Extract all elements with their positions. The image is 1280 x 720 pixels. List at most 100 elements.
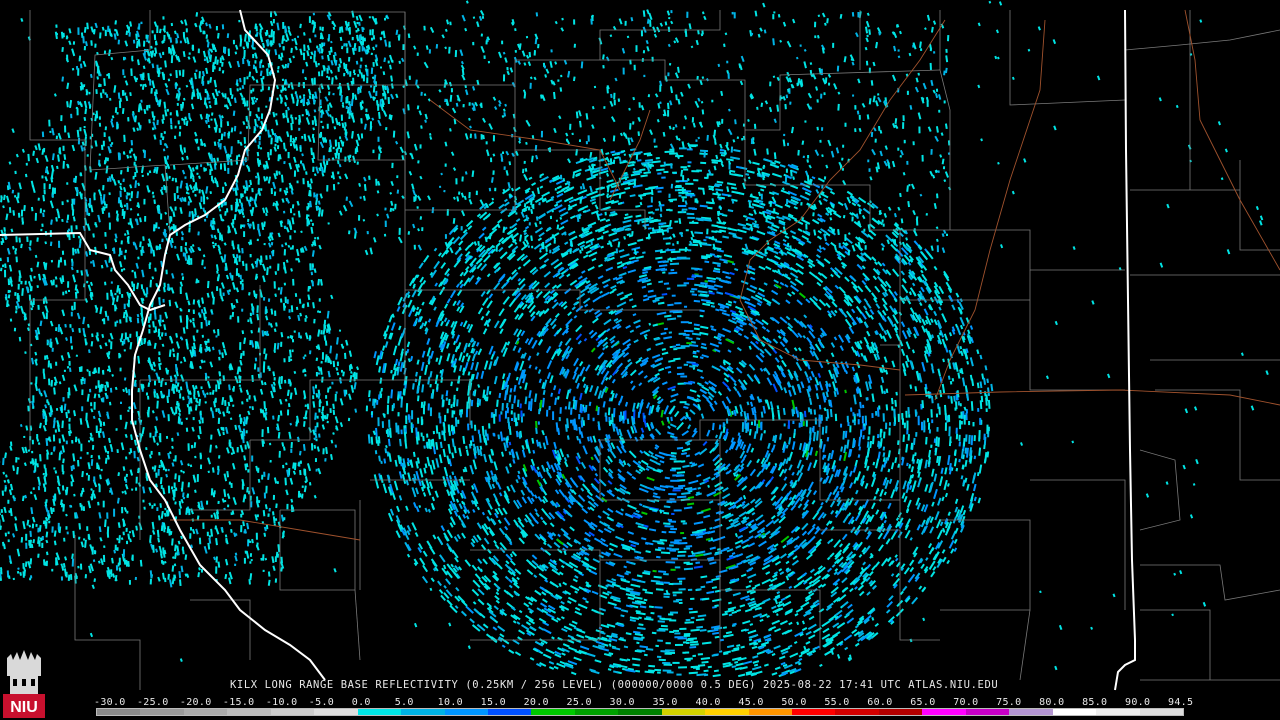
echo-pixel bbox=[765, 328, 771, 333]
echo-pixel bbox=[398, 325, 402, 331]
echo-pixel bbox=[565, 318, 573, 327]
echo-pixel bbox=[983, 377, 987, 385]
echo-pixel bbox=[793, 206, 799, 210]
echo-pixel bbox=[733, 386, 738, 392]
echo-pixel bbox=[438, 589, 444, 594]
echo-pixel bbox=[542, 478, 548, 485]
echo-pixel bbox=[709, 546, 716, 550]
echo-pixel bbox=[677, 284, 687, 287]
echo-pixel bbox=[811, 176, 816, 180]
echo-pixel bbox=[527, 337, 534, 346]
echo-pixel bbox=[766, 377, 773, 386]
echo-pixel bbox=[433, 260, 441, 270]
echo-pixel bbox=[759, 352, 765, 358]
echo-pixel bbox=[669, 345, 673, 349]
echo-pixel bbox=[618, 272, 627, 277]
echo-pixel bbox=[434, 490, 439, 498]
echo-pixel bbox=[902, 434, 905, 442]
echo-pixel bbox=[667, 425, 671, 430]
echo-pixel bbox=[610, 392, 615, 402]
echo-pixel bbox=[773, 279, 779, 284]
echo-pixel bbox=[890, 489, 896, 499]
echo-pixel bbox=[759, 348, 765, 354]
echo-pixel bbox=[582, 254, 589, 259]
echo-pixel bbox=[642, 251, 646, 254]
echo-pixel bbox=[544, 282, 551, 289]
echo-pixel bbox=[676, 372, 685, 376]
echo-pixel bbox=[917, 415, 920, 426]
echo-pixel bbox=[618, 428, 623, 437]
echo-pixel bbox=[807, 623, 817, 631]
echo-pixel bbox=[663, 336, 673, 340]
echo-pixel bbox=[897, 440, 900, 445]
echo-pixel bbox=[515, 430, 519, 438]
echo-pixel bbox=[564, 406, 568, 410]
echo-pixel bbox=[447, 443, 452, 454]
echo-pixel bbox=[696, 535, 703, 539]
echo-pixel bbox=[673, 509, 682, 512]
echo-pixel bbox=[577, 494, 586, 503]
echo-pixel bbox=[741, 422, 745, 432]
echo-pixel bbox=[961, 377, 966, 387]
echo-pixel bbox=[515, 218, 521, 223]
echo-pixel bbox=[903, 495, 908, 503]
echo-pixel bbox=[716, 291, 724, 295]
echo-pixel bbox=[815, 392, 820, 400]
echo-pixel bbox=[539, 185, 544, 189]
echo-pixel bbox=[490, 470, 494, 476]
echo-pixel bbox=[930, 444, 933, 448]
echo-pixel bbox=[600, 378, 606, 385]
echo-pixel bbox=[955, 427, 958, 434]
echo-pixel bbox=[678, 580, 683, 583]
echo-pixel bbox=[480, 370, 485, 379]
echo-pixel bbox=[677, 637, 688, 640]
echo-pixel bbox=[508, 451, 512, 456]
echo-pixel bbox=[858, 446, 862, 451]
echo-pixel bbox=[744, 608, 753, 613]
echo-pixel bbox=[397, 296, 403, 306]
echo-pixel bbox=[825, 425, 828, 434]
echo-pixel bbox=[851, 366, 856, 372]
echo-pixel bbox=[844, 430, 848, 437]
echo-pixel bbox=[405, 479, 410, 486]
echo-pixel bbox=[691, 293, 698, 296]
echo-pixel bbox=[885, 388, 889, 394]
echo-pixel bbox=[843, 444, 847, 454]
echo-pixel bbox=[434, 282, 439, 287]
echo-pixel bbox=[380, 387, 383, 392]
echo-pixel bbox=[972, 483, 977, 492]
echo-pixel bbox=[678, 484, 686, 488]
echo-pixel bbox=[566, 435, 570, 440]
echo-pixel bbox=[427, 376, 431, 385]
echo-pixel bbox=[831, 563, 836, 568]
echo-pixel bbox=[732, 235, 743, 240]
echo-pixel bbox=[797, 228, 803, 232]
echo-pixel bbox=[445, 390, 449, 397]
echo-pixel bbox=[886, 601, 893, 608]
echo-pixel bbox=[803, 410, 807, 418]
echo-pixel bbox=[726, 418, 729, 424]
echo-pixel bbox=[857, 584, 864, 591]
echo-pixel bbox=[678, 205, 687, 207]
echo-pixel bbox=[591, 590, 599, 595]
echo-pixel bbox=[541, 191, 551, 198]
echo-pixel bbox=[655, 208, 660, 211]
echo-pixel bbox=[557, 533, 561, 538]
echo-pixel bbox=[814, 450, 818, 457]
echo-pixel bbox=[482, 558, 488, 565]
echo-pixel bbox=[620, 411, 623, 421]
echo-pixel bbox=[580, 461, 587, 469]
echo-pixel bbox=[727, 209, 734, 213]
echo-pixel bbox=[594, 385, 600, 396]
echo-pixel bbox=[443, 585, 447, 589]
echo-pixel bbox=[452, 300, 457, 307]
echo-pixel bbox=[864, 285, 872, 293]
echo-pixel bbox=[841, 533, 848, 541]
echo-pixel bbox=[920, 269, 924, 274]
echo-pixel bbox=[770, 514, 776, 520]
echo-pixel bbox=[828, 473, 834, 484]
echo-pixel bbox=[542, 628, 552, 635]
echo-pixel bbox=[715, 188, 724, 192]
echo-pixel bbox=[700, 325, 709, 330]
echo-pixel bbox=[582, 297, 591, 304]
